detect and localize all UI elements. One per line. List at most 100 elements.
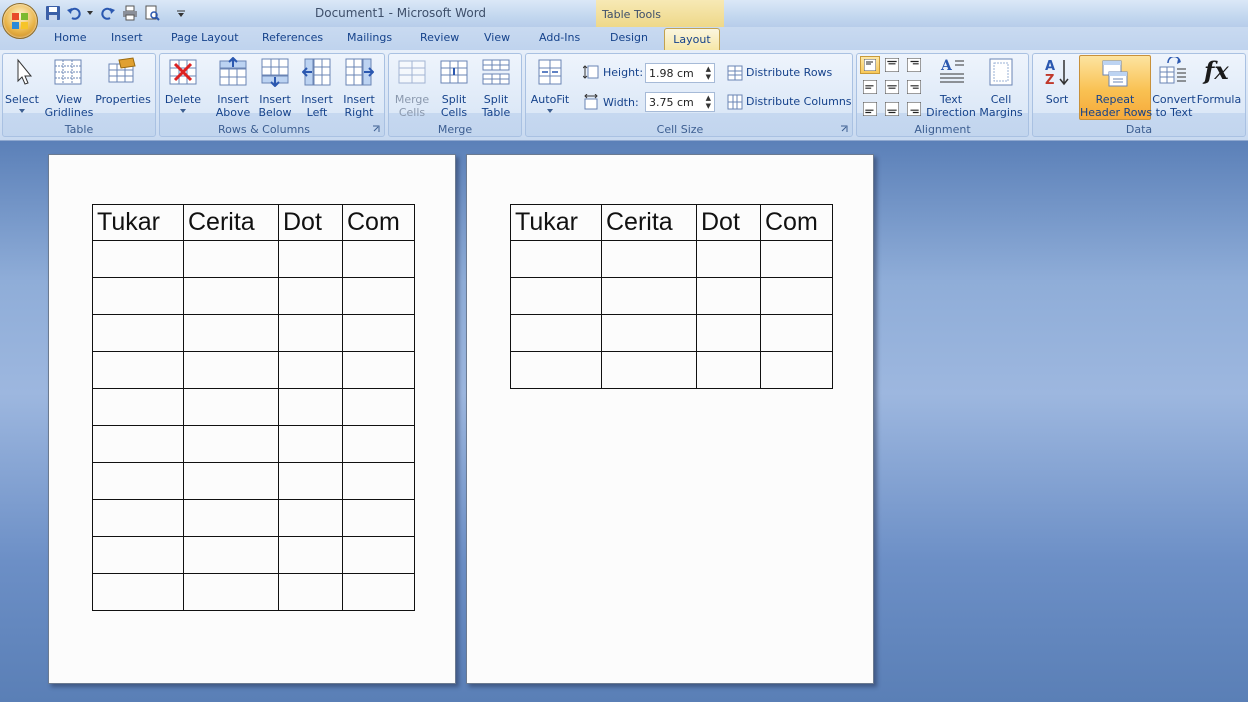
table-cell[interactable] bbox=[92, 240, 184, 278]
undo-icon[interactable] bbox=[66, 5, 82, 21]
align-middle-left-icon[interactable] bbox=[863, 80, 877, 94]
table-cell[interactable] bbox=[278, 462, 343, 500]
width-spin-arrows-icon[interactable]: ▲ ▼ bbox=[706, 94, 711, 110]
tab-review[interactable]: Review bbox=[420, 31, 459, 44]
cell-margins-button[interactable]: Cell Margins bbox=[976, 93, 1026, 119]
table-cell[interactable] bbox=[760, 351, 833, 389]
align-bottom-right-icon[interactable] bbox=[907, 102, 921, 116]
table-cell[interactable] bbox=[342, 462, 415, 500]
table-cell[interactable] bbox=[601, 351, 697, 389]
tab-add-ins[interactable]: Add-Ins bbox=[539, 31, 580, 44]
view-gridlines-button[interactable]: View Gridlines bbox=[42, 93, 96, 119]
table-cell[interactable] bbox=[278, 277, 343, 315]
table-cell[interactable] bbox=[342, 573, 415, 611]
select-button[interactable]: Select bbox=[0, 93, 44, 106]
undo-dropdown-icon[interactable] bbox=[86, 9, 94, 17]
align-middle-center-icon[interactable] bbox=[885, 80, 899, 94]
text-direction-button[interactable]: Text Direction bbox=[925, 93, 977, 119]
header-cell-dot[interactable]: Dot bbox=[278, 204, 343, 241]
table-page-1[interactable]: Tukar Cerita Dot Com bbox=[92, 204, 415, 611]
align-bottom-center-icon[interactable] bbox=[885, 102, 899, 116]
table-cell[interactable] bbox=[760, 240, 833, 278]
table-cell[interactable] bbox=[278, 240, 343, 278]
table-cell[interactable] bbox=[183, 388, 279, 426]
split-cells-button[interactable]: Split Cells bbox=[433, 93, 475, 119]
tab-mailings[interactable]: Mailings bbox=[347, 31, 392, 44]
table-cell[interactable] bbox=[342, 240, 415, 278]
repeat-header-rows-button[interactable]: Repeat Header Rows bbox=[1079, 55, 1152, 120]
table-cell[interactable] bbox=[92, 425, 184, 463]
sort-button[interactable]: Sort bbox=[1036, 93, 1078, 106]
properties-button[interactable]: Properties bbox=[94, 93, 152, 106]
table-cell[interactable] bbox=[92, 499, 184, 537]
table-cell[interactable] bbox=[342, 499, 415, 537]
table-cell[interactable] bbox=[342, 536, 415, 574]
select-dropdown-icon[interactable] bbox=[18, 108, 26, 114]
redo-icon[interactable] bbox=[100, 5, 116, 21]
header-cell-cerita[interactable]: Cerita bbox=[183, 204, 279, 241]
header-cell-com[interactable]: Com bbox=[342, 204, 415, 241]
tab-home[interactable]: Home bbox=[54, 31, 86, 44]
table-cell[interactable] bbox=[510, 314, 602, 352]
table-cell[interactable] bbox=[760, 277, 833, 315]
table-page-2[interactable]: Tukar Cerita Dot Com bbox=[510, 204, 833, 389]
table-cell[interactable] bbox=[183, 573, 279, 611]
tab-insert[interactable]: Insert bbox=[111, 31, 143, 44]
align-middle-right-icon[interactable] bbox=[907, 80, 921, 94]
table-cell[interactable] bbox=[183, 462, 279, 500]
distribute-rows-button[interactable]: Distribute Rows bbox=[746, 66, 832, 79]
tab-view[interactable]: View bbox=[484, 31, 510, 44]
height-spin-arrows-icon[interactable]: ▲ ▼ bbox=[706, 65, 711, 81]
header-cell-tukar[interactable]: Tukar bbox=[510, 204, 602, 241]
cell-size-launcher-icon[interactable] bbox=[840, 125, 848, 133]
split-table-button[interactable]: Split Table bbox=[475, 93, 517, 119]
table-cell[interactable] bbox=[601, 240, 697, 278]
print-icon[interactable] bbox=[122, 5, 138, 21]
width-value[interactable]: 3.75 cm bbox=[649, 96, 694, 109]
header-cell-cerita[interactable]: Cerita bbox=[601, 204, 697, 241]
insert-left-button[interactable]: Insert Left bbox=[296, 93, 338, 119]
table-cell[interactable] bbox=[278, 573, 343, 611]
table-cell[interactable] bbox=[183, 351, 279, 389]
merge-cells-button[interactable]: Merge Cells bbox=[391, 93, 433, 119]
autofit-dropdown-icon[interactable] bbox=[546, 108, 554, 114]
tab-design[interactable]: Design bbox=[610, 31, 648, 44]
office-button[interactable] bbox=[2, 3, 38, 39]
table-cell[interactable] bbox=[183, 499, 279, 537]
header-cell-tukar[interactable]: Tukar bbox=[92, 204, 184, 241]
insert-above-button[interactable]: Insert Above bbox=[211, 93, 255, 119]
tab-page-layout[interactable]: Page Layout bbox=[171, 31, 239, 44]
save-icon[interactable] bbox=[45, 5, 61, 21]
table-cell[interactable] bbox=[278, 388, 343, 426]
table-cell[interactable] bbox=[92, 462, 184, 500]
table-cell[interactable] bbox=[92, 573, 184, 611]
table-cell[interactable] bbox=[696, 277, 761, 315]
table-cell[interactable] bbox=[510, 351, 602, 389]
document-page-2[interactable]: Tukar Cerita Dot Com bbox=[466, 154, 874, 684]
table-cell[interactable] bbox=[696, 314, 761, 352]
header-cell-dot[interactable]: Dot bbox=[696, 204, 761, 241]
height-value[interactable]: 1.98 cm bbox=[649, 67, 694, 80]
table-cell[interactable] bbox=[760, 314, 833, 352]
table-cell[interactable] bbox=[92, 314, 184, 352]
table-cell[interactable] bbox=[342, 314, 415, 352]
table-cell[interactable] bbox=[183, 425, 279, 463]
insert-right-button[interactable]: Insert Right bbox=[338, 93, 380, 119]
table-cell[interactable] bbox=[278, 536, 343, 574]
insert-below-button[interactable]: Insert Below bbox=[253, 93, 297, 119]
table-cell[interactable] bbox=[183, 536, 279, 574]
rows-columns-launcher-icon[interactable] bbox=[372, 125, 380, 133]
distribute-columns-button[interactable]: Distribute Columns bbox=[746, 95, 852, 108]
header-cell-com[interactable]: Com bbox=[760, 204, 833, 241]
table-cell[interactable] bbox=[278, 425, 343, 463]
table-cell[interactable] bbox=[601, 314, 697, 352]
table-cell[interactable] bbox=[278, 499, 343, 537]
customize-qat-icon[interactable] bbox=[176, 9, 186, 19]
autofit-button[interactable]: AutoFit bbox=[528, 93, 572, 106]
align-top-left-button[interactable] bbox=[860, 56, 880, 74]
height-spinner[interactable]: 1.98 cm ▲ ▼ bbox=[645, 63, 715, 83]
table-cell[interactable] bbox=[601, 277, 697, 315]
table-cell[interactable] bbox=[183, 314, 279, 352]
table-cell[interactable] bbox=[92, 351, 184, 389]
align-top-center-icon[interactable] bbox=[885, 58, 899, 72]
